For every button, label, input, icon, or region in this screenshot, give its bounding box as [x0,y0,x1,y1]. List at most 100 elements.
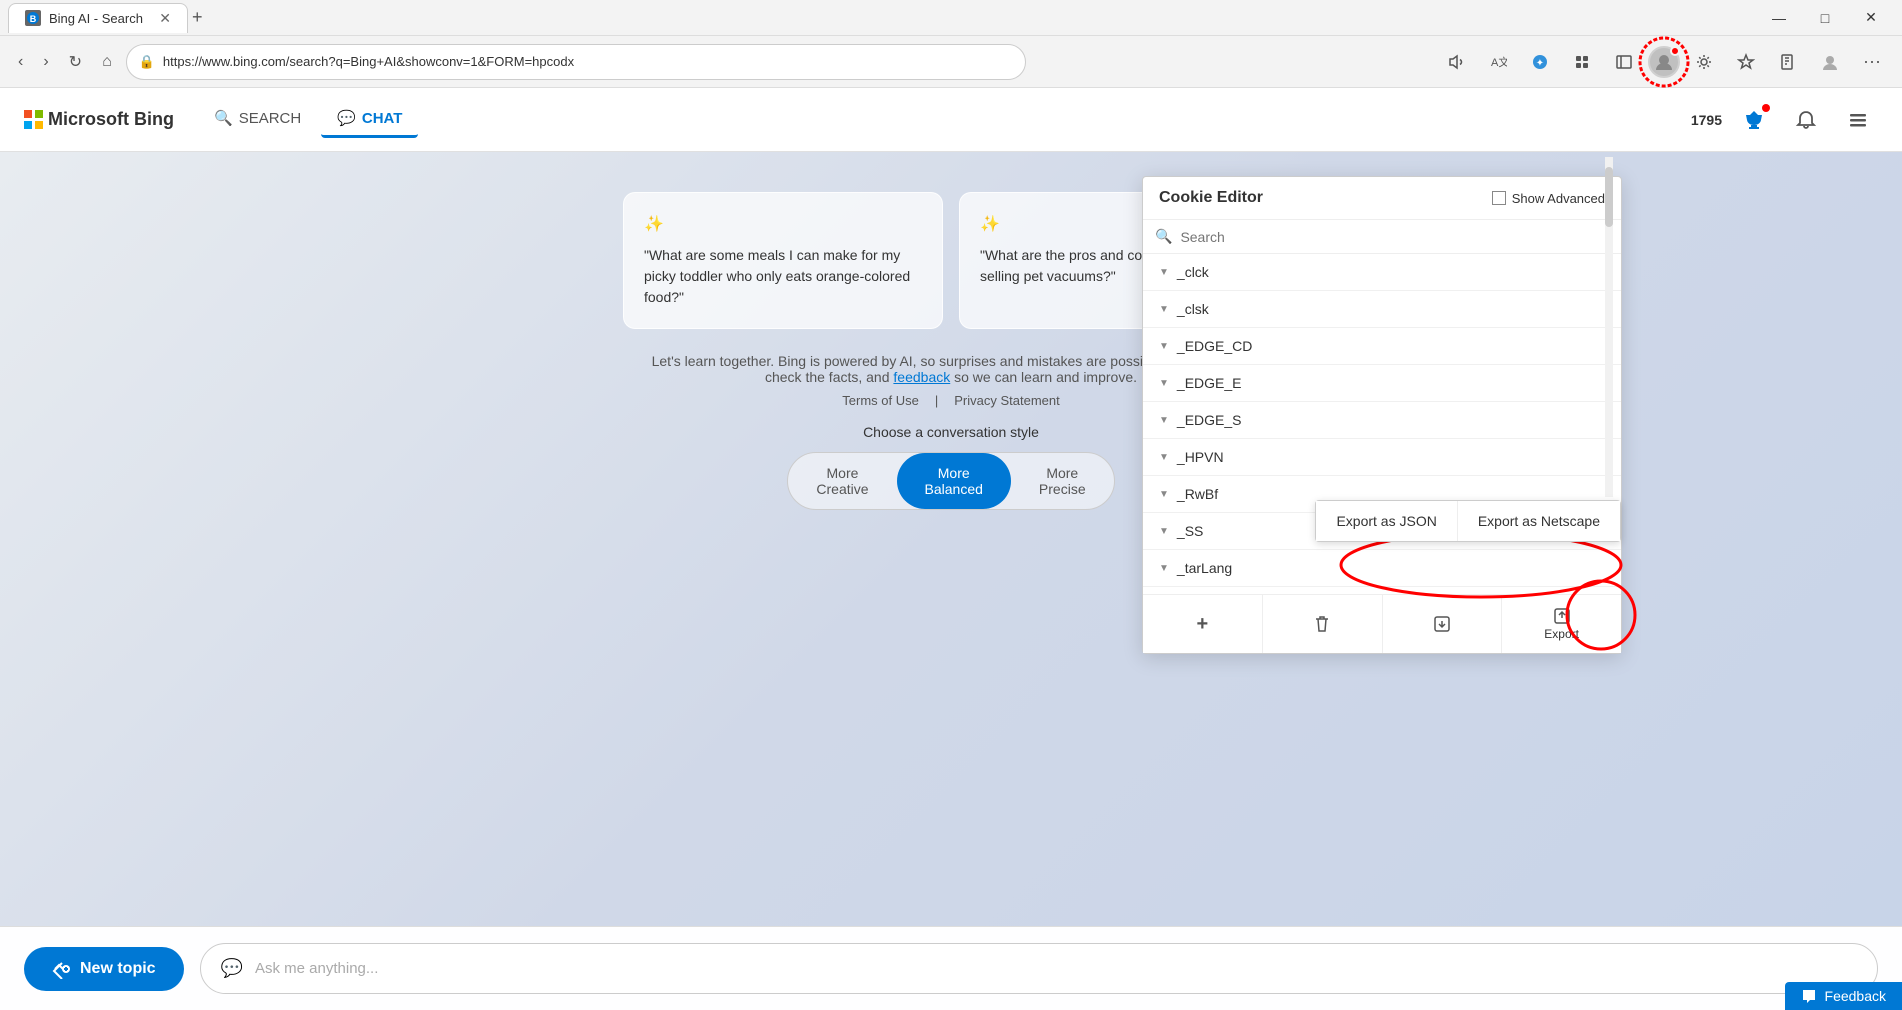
conversation-style-label: Choose a conversation style [863,424,1039,440]
chevron-icon: ▼ [1159,415,1169,426]
favorites-icon[interactable] [1728,44,1764,80]
cookie-name: _clsk [1177,301,1209,317]
cookie-item-edge-e[interactable]: ▼ _EDGE_E [1143,365,1621,402]
browser-tab[interactable]: B Bing AI - Search ✕ [8,3,188,33]
cookie-item-clsk[interactable]: ▼ _clsk [1143,291,1621,328]
close-button[interactable]: ✕ [1848,0,1894,36]
profile-icon[interactable] [1648,46,1680,78]
read-aloud-icon[interactable] [1438,44,1474,80]
svg-text:B: B [30,14,37,24]
add-cookie-button[interactable]: + [1143,595,1263,653]
chat-input-area[interactable]: 💬 Ask me anything... [200,943,1878,994]
title-bar-controls: — □ ✕ [1756,0,1894,36]
cookie-search-icon: 🔍 [1155,228,1172,245]
delete-icon [1312,614,1332,634]
export-netscape-button[interactable]: Export as Netscape [1458,501,1620,541]
copilot-icon[interactable]: ✦ [1522,44,1558,80]
cookie-item-hpvn[interactable]: ▼ _HPVN [1143,439,1621,476]
browser-frame: B Bing AI - Search ✕ + — □ ✕ ‹ › ↻ ⌂ 🔒 h… [0,0,1902,1010]
notification-dot [1670,46,1680,56]
back-button[interactable]: ‹ [12,47,29,77]
cookie-editor-footer: + Export [1143,594,1621,653]
cookie-item-edge-cd[interactable]: ▼ _EDGE_CD [1143,328,1621,365]
home-button[interactable]: ⌂ [96,47,118,77]
cookie-name: _EDGE_CD [1177,338,1252,354]
settings-icon[interactable] [1686,44,1722,80]
address-bar[interactable]: 🔒 https://www.bing.com/search?q=Bing+AI&… [126,44,1026,80]
info-text-suffix: so we can learn and improve. [954,369,1137,385]
nav-chat[interactable]: 💬 CHAT [321,101,418,138]
delete-cookie-button[interactable] [1263,595,1383,653]
collections-icon[interactable] [1770,44,1806,80]
links-separator: | [935,393,938,408]
tab-area: B Bing AI - Search ✕ + [8,3,1756,33]
chevron-icon: ▼ [1159,304,1169,315]
style-precise-btn[interactable]: MorePrecise [1011,453,1114,509]
trophy-icon[interactable] [1734,100,1774,140]
chevron-icon: ▼ [1159,378,1169,389]
terms-of-use-link[interactable]: Terms of Use [842,393,919,408]
new-tab-button[interactable]: + [192,7,203,28]
forward-button[interactable]: › [37,47,54,77]
chat-input-placeholder: Ask me anything... [255,960,378,977]
chevron-icon: ▼ [1159,452,1169,463]
ms-square-green [35,110,43,118]
bing-header: Microsoft Bing 🔍 SEARCH 💬 CHAT 1795 [0,88,1902,152]
show-advanced[interactable]: Show Advanced [1492,191,1605,206]
suggestion-card-1[interactable]: ✨ "What are some meals I can make for my… [623,192,943,329]
tab-title: Bing AI - Search [49,11,151,26]
cookie-item-edge-s[interactable]: ▼ _EDGE_S [1143,402,1621,439]
tab-close-btn[interactable]: ✕ [159,10,171,27]
chat-nav-label: CHAT [362,110,403,127]
export-btn-content: Export [1544,607,1579,641]
add-icon: + [1197,613,1209,636]
feedback-link[interactable]: feedback [893,369,950,385]
toolbar-icons: A文 ✦ [1438,44,1890,80]
card-2-icon: ✨ [980,213,1000,237]
more-options-icon[interactable]: ··· [1854,44,1890,80]
sidebar-icon[interactable] [1606,44,1642,80]
nav-search[interactable]: 🔍 SEARCH [198,101,317,138]
bing-nav: 🔍 SEARCH 💬 CHAT [198,101,418,138]
new-topic-label: New topic [80,960,156,978]
cookie-name: _RwBf [1177,486,1218,502]
bing-logo-text: Microsoft Bing [48,109,174,130]
new-topic-button[interactable]: New topic [24,947,184,991]
privacy-statement-link[interactable]: Privacy Statement [954,393,1060,408]
bottom-bar: New topic 💬 Ask me anything... [0,926,1902,1010]
svg-text:✦: ✦ [1536,58,1544,69]
translate-icon[interactable]: A文 [1480,44,1516,80]
address-bar-row: ‹ › ↻ ⌂ 🔒 https://www.bing.com/search?q=… [0,36,1902,88]
cookie-editor-title: Cookie Editor [1159,189,1263,207]
extensions-icon[interactable] [1564,44,1600,80]
import-cookie-button[interactable] [1383,595,1503,653]
feedback-badge[interactable]: Feedback [1785,982,1902,1010]
cookie-item-clck[interactable]: ▼ _clck [1143,254,1621,291]
account-icon[interactable] [1812,44,1848,80]
card-1-text: "What are some meals I can make for my p… [644,247,910,305]
refresh-button[interactable]: ↻ [63,46,88,78]
url-text: https://www.bing.com/search?q=Bing+AI&sh… [163,54,1013,69]
bing-logo[interactable]: Microsoft Bing [24,109,174,130]
hamburger-menu-icon[interactable] [1838,100,1878,140]
maximize-button[interactable]: □ [1802,0,1848,36]
cookie-item-ttss-in[interactable]: ▼ _TTSS_IN [1143,587,1621,594]
style-balanced-btn[interactable]: MoreBalanced [897,453,1011,509]
export-cookie-button[interactable]: Export [1502,595,1621,653]
export-icon [1553,607,1571,625]
cookie-search-input[interactable] [1180,229,1593,245]
cookie-name: _HPVN [1177,449,1224,465]
export-btn-label: Export [1544,627,1579,641]
export-popup: Export as JSON Export as Netscape [1315,500,1621,542]
style-creative-btn[interactable]: MoreCreative [788,453,896,509]
minimize-button[interactable]: — [1756,0,1802,36]
export-json-button[interactable]: Export as JSON [1316,501,1457,541]
cookie-name: _SS [1177,523,1203,539]
trophy-notification [1762,104,1770,112]
show-advanced-checkbox[interactable] [1492,191,1506,205]
links-row: Terms of Use | Privacy Statement [842,393,1059,408]
tab-favicon: B [25,10,41,26]
cookie-name: _clck [1177,264,1209,280]
cookie-item-tarlang[interactable]: ▼ _tarLang [1143,550,1621,587]
notification-bell-icon[interactable] [1786,100,1826,140]
